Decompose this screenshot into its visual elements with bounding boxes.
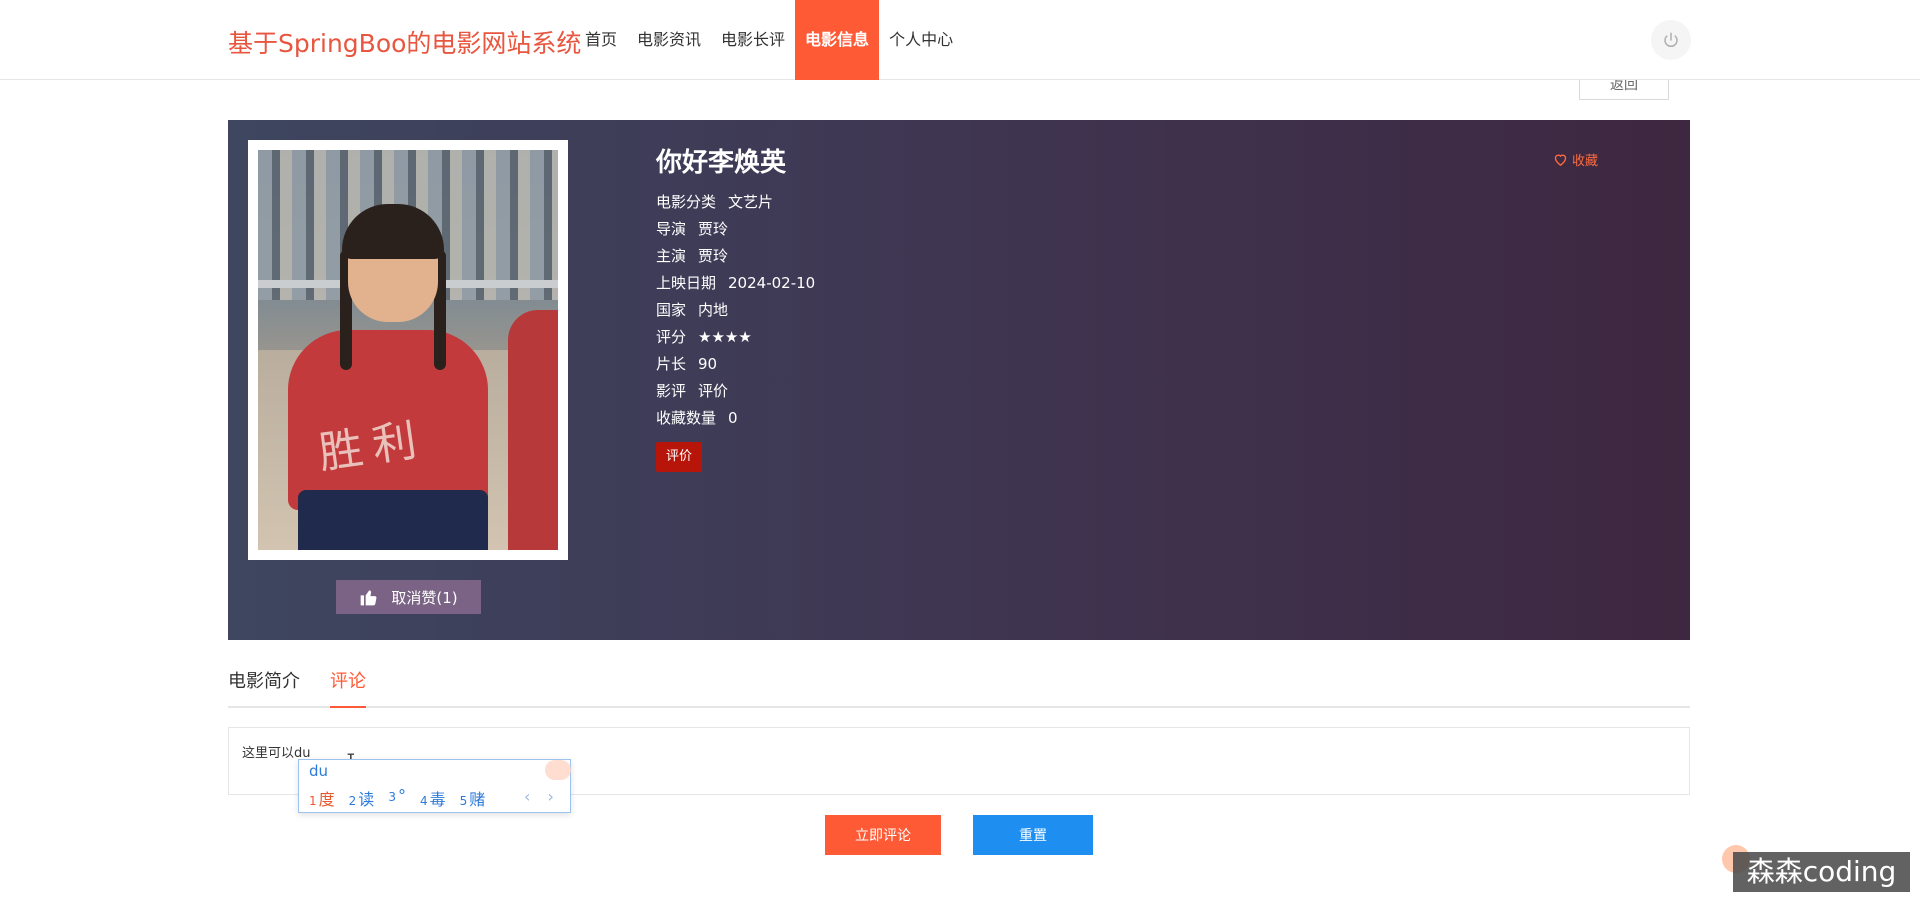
info-label: 国家 (656, 301, 687, 319)
ime-candidate-num: 4 (419, 794, 428, 808)
info-row-rating: 评分 ★★★★ (656, 324, 815, 351)
info-value: 文艺片 (728, 193, 774, 211)
info-value: 评价 (698, 382, 729, 400)
logout-button[interactable] (1651, 20, 1691, 60)
info-label: 评分 (656, 328, 687, 346)
unlike-button[interactable]: 取消赞(1) (336, 580, 481, 614)
submit-comment-button[interactable]: 立即评论 (825, 815, 941, 855)
ime-candidate[interactable]: 4毒 (420, 786, 446, 810)
reset-button[interactable]: 重置 (973, 815, 1093, 855)
poster-frame: 胜利 (248, 140, 568, 560)
ime-page-arrows[interactable]: ‹ › (524, 787, 560, 806)
ime-candidate-num: 5 (459, 794, 468, 808)
rating-stars: ★★★★ (698, 328, 752, 346)
info-value: 内地 (698, 301, 729, 319)
info-label: 主演 (656, 247, 687, 265)
ime-candidates: 1度 2读 3 ° 4毒 5赌 (309, 786, 485, 810)
ime-candidate-num: 2 (348, 794, 357, 808)
info-label: 电影分类 (656, 193, 717, 211)
movie-title: 你好李焕英 (656, 148, 787, 178)
unlike-label: 取消赞(1) (391, 588, 458, 607)
tab-synopsis[interactable]: 电影简介 (228, 660, 300, 708)
ime-candidate[interactable]: 5赌 (460, 786, 486, 810)
nav-item-news[interactable]: 电影资讯 (627, 0, 711, 80)
favorite-label: 收藏 (1572, 154, 1599, 169)
nav-item-reviews[interactable]: 电影长评 (711, 0, 795, 80)
info-row-starring: 主演 贾玲 (656, 243, 815, 270)
ime-composition: du (309, 762, 329, 780)
site-brand[interactable]: 基于SpringBoo的电影网站系统 (228, 24, 581, 60)
ime-candidate[interactable]: 1度 (309, 786, 335, 810)
back-button[interactable]: 返回 (1579, 80, 1669, 100)
nav-item-home[interactable]: 首页 (575, 0, 627, 80)
info-label: 收藏数量 (656, 409, 717, 427)
heart-icon (1554, 154, 1567, 166)
info-value: 90 (698, 355, 718, 373)
ime-candidate-text: 毒 (429, 790, 446, 809)
movie-detail-hero: 胜利 取消赞(1) 你好李焕英 电影分类 文艺片 导演 贾玲 主演 贾玲 上映日期 20… (228, 120, 1690, 640)
ime-candidate-num: 1 (309, 794, 317, 808)
ime-candidate-text: 度 (318, 790, 335, 809)
rate-button[interactable]: 评价 (656, 442, 703, 472)
ime-candidate-text: 赌 (469, 790, 486, 809)
info-row-favorite-count: 收藏数量 0 (656, 405, 815, 432)
favorite-button[interactable]: 收藏 (1553, 150, 1598, 169)
info-row-duration: 片长 90 (656, 351, 815, 378)
detail-tabs: 电影简介 评论 (228, 660, 1690, 708)
top-navbar: 基于SpringBoo的电影网站系统 首页 电影资讯 电影长评 电影信息 个人中… (0, 0, 1920, 80)
watermark: 森森coding (1733, 852, 1910, 892)
ime-candidate-text: ° (397, 786, 406, 805)
info-value: 贾玲 (698, 220, 729, 238)
movie-poster: 胜利 (258, 150, 558, 550)
info-row-country: 国家 内地 (656, 297, 815, 324)
info-label: 导演 (656, 220, 687, 238)
poster-girl-skirt (298, 490, 488, 550)
main-nav: 首页 电影资讯 电影长评 电影信息 个人中心 (575, 0, 963, 80)
info-label: 影评 (656, 382, 687, 400)
info-value: 2024-02-10 (728, 274, 816, 292)
nav-item-profile[interactable]: 个人中心 (879, 0, 963, 80)
info-row-director: 导演 贾玲 (656, 216, 815, 243)
movie-info: 你好李焕英 电影分类 文艺片 导演 贾玲 主演 贾玲 上映日期 2024-02-10 国… (656, 142, 815, 472)
ime-candidate[interactable]: 2读 (349, 786, 375, 810)
ime-candidate[interactable]: 3 ° (388, 786, 406, 810)
info-value: 贾玲 (698, 247, 729, 265)
info-row-category: 电影分类 文艺片 (656, 189, 815, 216)
info-row-release-date: 上映日期 2024-02-10 (656, 270, 815, 297)
thumbs-up-icon (361, 590, 377, 606)
info-label: 上映日期 (656, 274, 717, 292)
tab-comments[interactable]: 评论 (330, 660, 366, 708)
poster-person-right (508, 310, 558, 550)
ime-candidate-num: 3 (388, 790, 396, 804)
info-row-review: 影评 评价 (656, 378, 815, 405)
ime-logo-icon (545, 760, 571, 780)
power-icon (1664, 32, 1678, 48)
nav-item-movie-info[interactable]: 电影信息 (795, 0, 880, 80)
ime-candidate-text: 读 (358, 790, 375, 809)
info-value: 0 (728, 409, 738, 427)
info-label: 片长 (656, 355, 687, 373)
ime-candidate-popup: du 1度 2读 3 ° 4毒 5赌 ‹ › (298, 759, 571, 813)
